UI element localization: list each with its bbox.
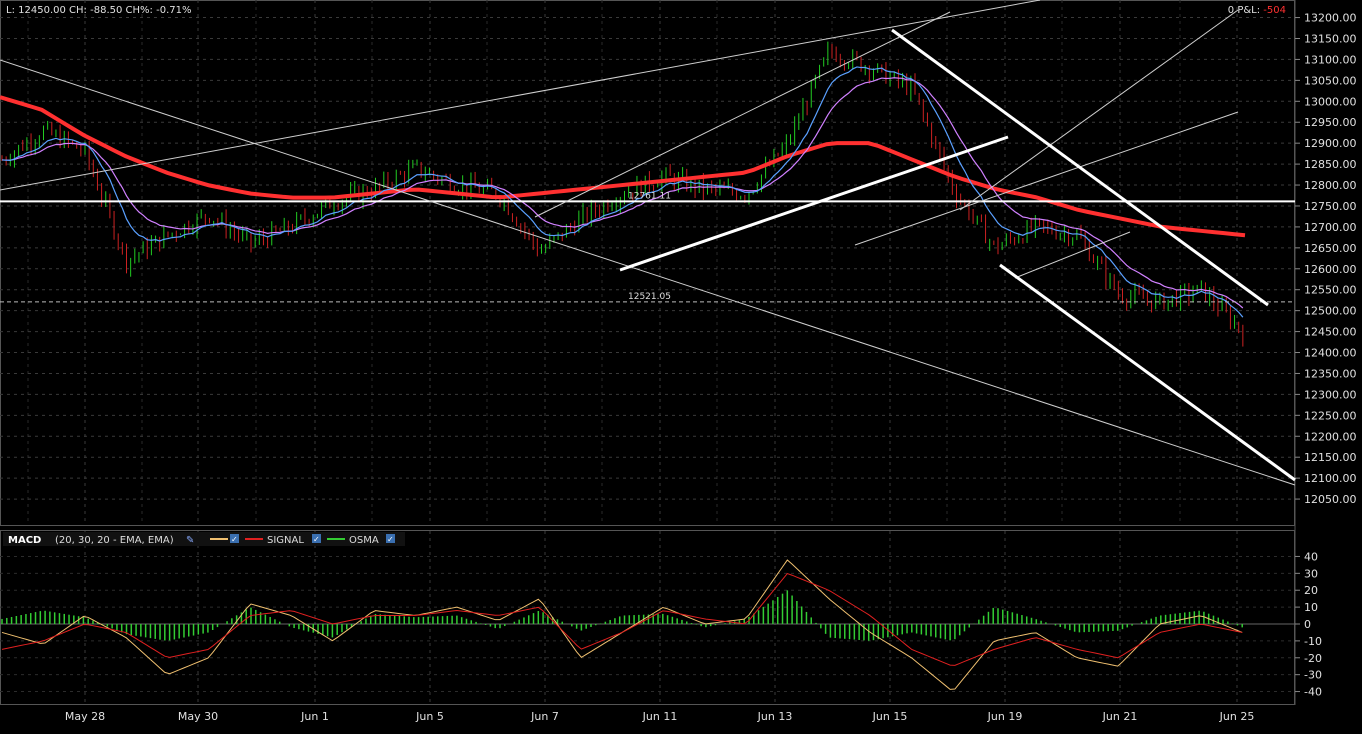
macd-tick-label: 20 [1304, 584, 1318, 597]
price-tick-label: 13200.00 [1304, 12, 1357, 25]
price-tick-label: 12650.00 [1304, 242, 1357, 255]
date-tick-label: Jun 11 [642, 710, 678, 723]
date-tick-label: Jun 25 [1219, 710, 1255, 723]
price-tick-label: 12050.00 [1304, 493, 1357, 506]
price-tick-label: 12100.00 [1304, 472, 1357, 485]
macd-tick-label: -40 [1304, 686, 1322, 699]
price-tick-label: 12950.00 [1304, 116, 1357, 129]
price-tick-label: 12200.00 [1304, 430, 1357, 443]
price-tick-label: 12300.00 [1304, 388, 1357, 401]
date-tick-label: Jun 1 [300, 710, 329, 723]
price-tick-label: 12500.00 [1304, 305, 1357, 318]
price-tick-label: 12400.00 [1304, 347, 1357, 360]
date-tick-label: Jun 13 [757, 710, 793, 723]
price-tick-label: 12750.00 [1304, 200, 1357, 213]
change-value: -88.50 [90, 5, 122, 16]
macd-tick-label: 30 [1304, 567, 1318, 580]
price-tick-label: 12700.00 [1304, 221, 1357, 234]
date-tick-label: Jun 15 [872, 710, 908, 723]
date-tick-label: May 28 [65, 710, 105, 723]
macd-tick-label: 10 [1304, 601, 1318, 614]
date-tick-label: Jun 7 [530, 710, 559, 723]
price-tick-label: 12250.00 [1304, 409, 1357, 422]
price-tick-label: 13100.00 [1304, 53, 1357, 66]
trading-chart[interactable]: 13200.00 13150.00 13100.00 13050.00 13000.00… [0, 0, 1362, 730]
date-tick-label: Jun 5 [415, 710, 444, 723]
price-tick-label: 13150.00 [1304, 32, 1357, 45]
macd-legend: MACD (20, 30, 20 - EMA, EMA) ✎ ✓ SIGNAL … [3, 532, 405, 546]
check-icon: ✓ [387, 535, 394, 544]
macd-params: (20, 30, 20 - EMA, EMA) [55, 535, 174, 546]
date-tick-label: Jun 21 [1102, 710, 1138, 723]
price-tick-label: 12600.00 [1304, 263, 1357, 276]
price-tick-label: 12900.00 [1304, 137, 1357, 150]
osma-label: OSMA [349, 535, 379, 546]
macd-tick-label: -30 [1304, 669, 1322, 682]
chart-window: 13200.00 13150.00 13100.00 13050.00 13000.00… [0, 0, 1362, 730]
price-tick-label: 12350.00 [1304, 367, 1357, 380]
price-tick-label: 13000.00 [1304, 95, 1357, 108]
macd-tick-label: 0 [1304, 618, 1311, 631]
chart-background [0, 0, 1362, 730]
price-tick-label: 13050.00 [1304, 74, 1357, 87]
check-icon: ✓ [231, 535, 238, 544]
wrench-icon[interactable]: ✎ [186, 535, 194, 546]
macd-tick-label: 40 [1304, 550, 1318, 563]
macd-tick-label: -20 [1304, 652, 1322, 665]
pl-change: -504 [1263, 5, 1286, 16]
macd-tick-label: -10 [1304, 635, 1322, 648]
price-tick-label: 12850.00 [1304, 158, 1357, 171]
date-tick-label: Jun 19 [987, 710, 1023, 723]
signal-label: SIGNAL [267, 535, 304, 546]
last-price: 12450.00 [18, 5, 66, 16]
price-tick-label: 12150.00 [1304, 451, 1357, 464]
macd-title: MACD [8, 535, 41, 546]
quote-text: L: 12450.00 CH: -88.50 CH%: -0.71% [6, 5, 192, 16]
level-upper-label: 12761.11 [628, 191, 671, 201]
change-percent: -0.71% [156, 5, 191, 16]
check-icon: ✓ [313, 535, 320, 544]
pl-text: 0 P&L: -504 [1228, 5, 1286, 16]
level-lower-label: 12521.05 [628, 292, 671, 302]
price-tick-label: 12800.00 [1304, 179, 1357, 192]
price-tick-label: 12450.00 [1304, 326, 1357, 339]
price-tick-label: 12550.00 [1304, 284, 1357, 297]
date-tick-label: May 30 [178, 710, 218, 723]
